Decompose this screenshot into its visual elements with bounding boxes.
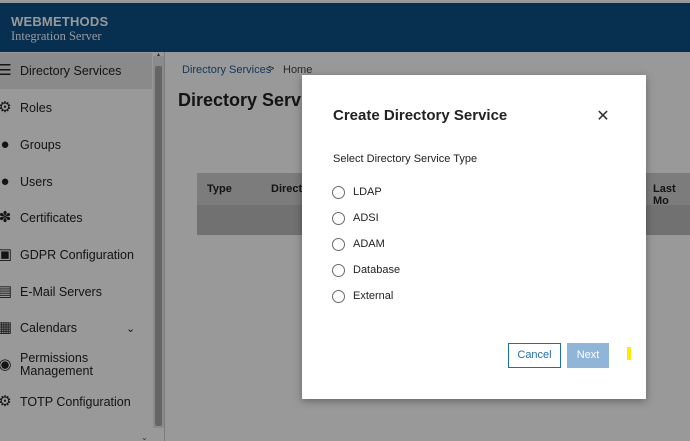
cancel-button[interactable]: Cancel <box>508 343 561 368</box>
radio-button[interactable] <box>332 185 345 199</box>
option-label: Database <box>353 264 401 276</box>
close-icon[interactable]: ✕ <box>595 109 611 125</box>
option-database[interactable]: Database <box>332 261 400 279</box>
option-adam[interactable]: ADAM <box>332 235 385 253</box>
radio-button[interactable] <box>332 263 345 277</box>
next-button[interactable]: Next <box>567 343 609 368</box>
radio-button[interactable] <box>332 237 345 251</box>
create-directory-service-dialog: Create Directory Service ✕ Select Direct… <box>302 75 646 399</box>
option-label: LDAP <box>353 186 382 198</box>
option-ldap[interactable]: LDAP <box>332 183 382 201</box>
dialog-title: Create Directory Service <box>333 107 508 124</box>
radio-button[interactable] <box>332 289 345 303</box>
service-type-label: Select Directory Service Type <box>333 153 478 165</box>
option-external[interactable]: External <box>332 287 393 305</box>
highlight-marker <box>627 347 631 360</box>
option-adsi[interactable]: ADSI <box>332 209 379 227</box>
radio-button[interactable] <box>332 211 345 225</box>
option-label: ADSI <box>353 212 379 224</box>
option-label: External <box>353 290 394 302</box>
option-label: ADAM <box>353 238 385 250</box>
